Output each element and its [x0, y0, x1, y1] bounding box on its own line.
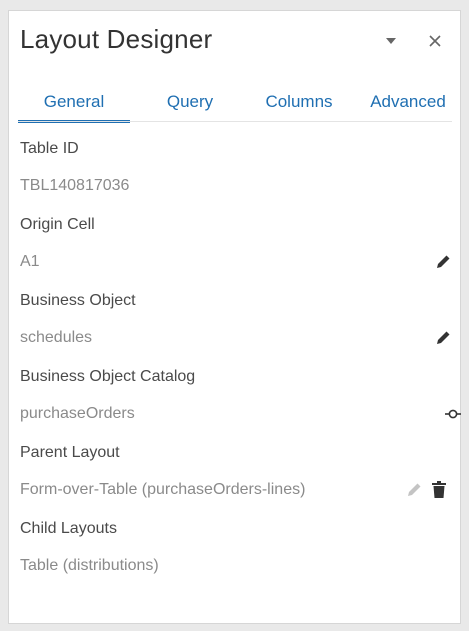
close-icon [429, 35, 441, 47]
origin-cell-value: A1 [20, 253, 40, 270]
child-layouts-label: Child Layouts [20, 520, 117, 537]
field-business-object: Business Object schedules [20, 291, 458, 348]
parent-layout-row: Form-over-Table (purchaseOrders-lines) [20, 480, 458, 500]
tab-query[interactable]: Query [150, 88, 230, 120]
business-object-label: Business Object [20, 292, 136, 309]
parent-layout-label: Parent Layout [20, 444, 120, 461]
business-object-catalog-row: purchaseOrders [20, 404, 461, 424]
tab-columns[interactable]: Columns [252, 88, 346, 120]
origin-cell-row: A1 [20, 252, 458, 272]
field-child-layouts: Child Layouts Table (distributions) [20, 519, 458, 576]
table-id-label: Table ID [20, 140, 79, 157]
pencil-icon [437, 331, 450, 344]
tab-bar: General Query Columns Advanced [18, 88, 454, 123]
business-object-catalog-value: purchaseOrders [20, 405, 135, 422]
catalog-link-button[interactable] [444, 404, 462, 424]
panel-menu-button[interactable] [380, 30, 402, 52]
business-object-catalog-label: Business Object Catalog [20, 368, 196, 385]
close-button[interactable] [424, 30, 446, 52]
field-origin-cell: Origin Cell A1 [20, 215, 458, 272]
panel-title: Layout Designer [20, 24, 213, 54]
field-parent-layout: Parent Layout Form-over-Table (purchaseO… [20, 443, 458, 500]
table-id-value: TBL140817036 [20, 177, 130, 194]
pencil-icon [437, 255, 450, 268]
field-business-object-catalog: Business Object Catalog purchaseOrders [20, 367, 461, 424]
tab-divider [18, 121, 452, 122]
edit-parent-layout-button[interactable] [405, 480, 423, 500]
origin-cell-label: Origin Cell [20, 216, 95, 233]
delete-parent-layout-button[interactable] [430, 480, 448, 500]
edit-origin-cell-button[interactable] [434, 252, 452, 272]
pencil-icon [408, 483, 421, 496]
caret-down-icon [386, 38, 396, 44]
parent-layout-value: Form-over-Table (purchaseOrders-lines) [20, 481, 306, 498]
business-object-row: schedules [20, 328, 458, 348]
tab-advanced[interactable]: Advanced [362, 88, 454, 120]
field-table-id: Table ID TBL140817036 [20, 139, 458, 196]
business-object-value: schedules [20, 329, 93, 346]
edit-business-object-button[interactable] [434, 328, 452, 348]
child-layouts-value[interactable]: Table (distributions) [20, 556, 458, 576]
commit-node-icon [445, 409, 461, 419]
trash-icon [432, 481, 446, 498]
tab-general[interactable]: General [18, 88, 130, 123]
